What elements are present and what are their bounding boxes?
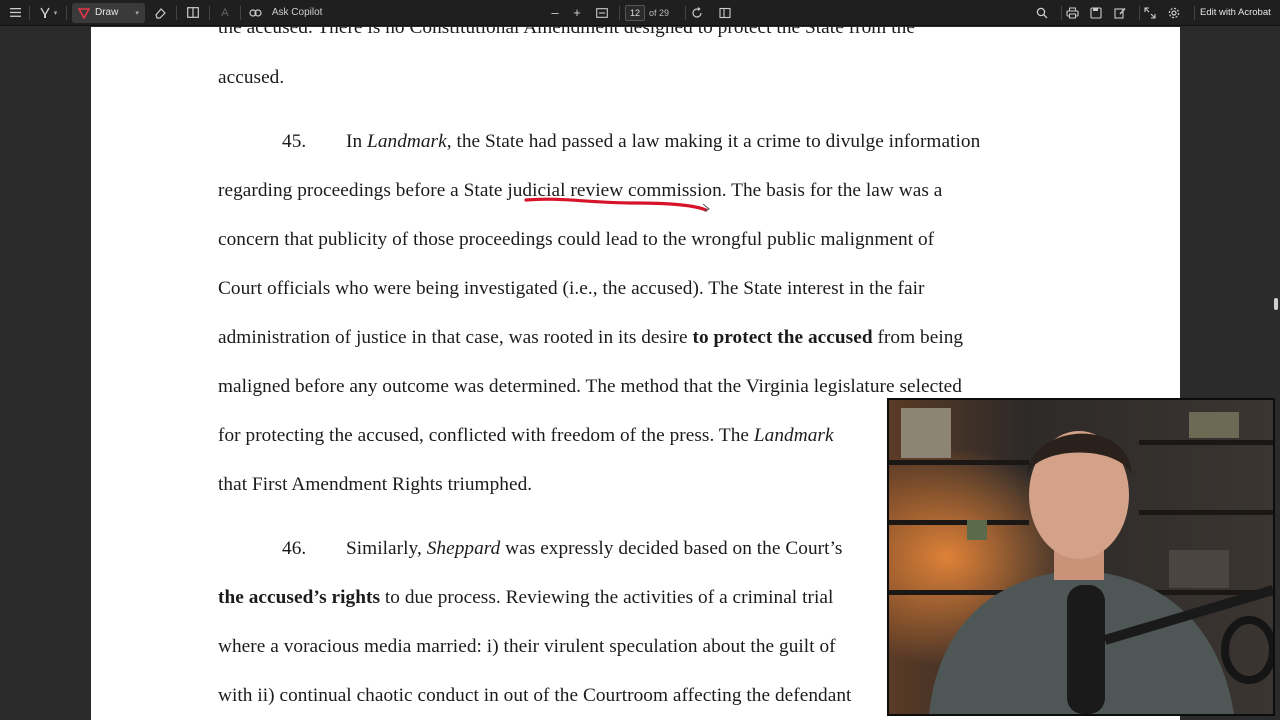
- zoom-out-icon[interactable]: –: [548, 3, 562, 23]
- text-line: the accused’s rights to due process. Rev…: [218, 587, 833, 609]
- rotate-icon[interactable]: [690, 3, 704, 23]
- eraser-icon[interactable]: [149, 3, 171, 23]
- bold-text: to protect the accused: [692, 327, 873, 348]
- chevron-down-icon: ▾: [135, 9, 139, 17]
- page-total-label: of 29: [649, 7, 670, 18]
- text-span: for protecting the accused, conflicted w…: [218, 425, 754, 446]
- reading-view-icon[interactable]: [182, 3, 204, 23]
- text-span: administration of justice in that case, …: [218, 327, 693, 348]
- text-size-icon[interactable]: A: [215, 3, 235, 23]
- save-icon[interactable]: [1088, 3, 1104, 23]
- ask-copilot-label: Ask Copilot: [271, 7, 323, 18]
- text-span: to due process. Reviewing the activities…: [380, 587, 834, 608]
- text-line: that First Amendment Rights triumphed.: [218, 474, 533, 495]
- expand-icon[interactable]: [1142, 3, 1158, 23]
- paragraph-46-first-line: 46. Similarly, Sheppard was expressly dec…: [282, 538, 842, 560]
- toolbar-divider: [1061, 5, 1062, 20]
- text-span: , the State had passed a law making it a…: [446, 131, 981, 152]
- page-view-icon[interactable]: [718, 3, 732, 23]
- text-span: was expressly decided based on the Court…: [500, 538, 843, 559]
- text-line: accused.: [218, 67, 285, 88]
- text-line: administration of justice in that case, …: [218, 327, 963, 349]
- toolbar-divider: [175, 5, 177, 20]
- page-number-input[interactable]: 12: [625, 4, 645, 21]
- draw-pen-icon: [78, 7, 90, 19]
- toolbar-divider: [619, 5, 620, 20]
- text-line: maligned before any outcome was determin…: [218, 376, 962, 397]
- case-name: Landmark: [753, 425, 834, 446]
- text-span: In: [346, 131, 368, 152]
- toolbar-divider: [239, 5, 241, 20]
- paragraph-number: 46.: [282, 538, 307, 559]
- scrollbar-thumb[interactable]: [1274, 298, 1278, 310]
- edit-with-acrobat-label: Edit with Acrobat: [1200, 7, 1271, 18]
- top-toolbar: ▾ Draw ▾ A Ask Copilot – + 12 of 29 Edit…: [0, 0, 1280, 26]
- draw-button[interactable]: Draw ▾: [72, 2, 145, 23]
- menu-icon[interactable]: [6, 3, 24, 23]
- edit-with-acrobat-button[interactable]: Edit with Acrobat: [1200, 3, 1271, 23]
- text-line: concern that publicity of those proceedi…: [218, 229, 935, 250]
- webcam-overlay: [887, 398, 1275, 716]
- toolbar-divider: [29, 5, 30, 20]
- markup-icon[interactable]: [1112, 3, 1128, 23]
- settings-icon[interactable]: [1166, 3, 1182, 23]
- text-line: for protecting the accused, conflicted w…: [218, 425, 834, 447]
- zoom-in-icon[interactable]: +: [570, 3, 584, 23]
- toolbar-divider: [1139, 5, 1140, 20]
- search-icon[interactable]: [1034, 3, 1050, 23]
- draw-cursor-icon: [702, 203, 710, 212]
- highlighter-icon[interactable]: ▾: [35, 3, 61, 23]
- fit-page-icon[interactable]: [594, 3, 610, 23]
- text-span: from being: [872, 327, 964, 348]
- toolbar-divider: [1194, 5, 1195, 20]
- text-line: with ii) continual chaotic conduct in ou…: [218, 685, 852, 706]
- text-line: Court officials who were being investiga…: [218, 278, 925, 299]
- text-span: Similarly,: [346, 538, 427, 559]
- case-name: Landmark: [367, 131, 447, 152]
- text-line: regarding proceedings before a State jud…: [218, 180, 943, 201]
- draw-button-label: Draw: [95, 7, 119, 18]
- ask-copilot-button[interactable]: Ask Copilot: [272, 3, 323, 23]
- presenter-video-frame: [889, 400, 1273, 714]
- toolbar-divider: [685, 5, 686, 20]
- toolbar-divider: [66, 5, 67, 20]
- copilot-icon[interactable]: [246, 3, 266, 23]
- toolbar-divider: [208, 5, 210, 20]
- print-icon[interactable]: [1064, 3, 1080, 23]
- paragraph-45-first-line: 45. In Landmark, the State had passed a l…: [282, 131, 980, 153]
- chevron-down-icon: ▾: [53, 9, 58, 17]
- paragraph-number: 45.: [282, 131, 307, 152]
- bold-text: the accused’s rights: [218, 587, 381, 608]
- case-name: Sheppard: [426, 538, 501, 559]
- text-line: where a voracious media married: i) thei…: [218, 636, 836, 657]
- text-line: the accused. There is no Constitutional …: [218, 27, 915, 38]
